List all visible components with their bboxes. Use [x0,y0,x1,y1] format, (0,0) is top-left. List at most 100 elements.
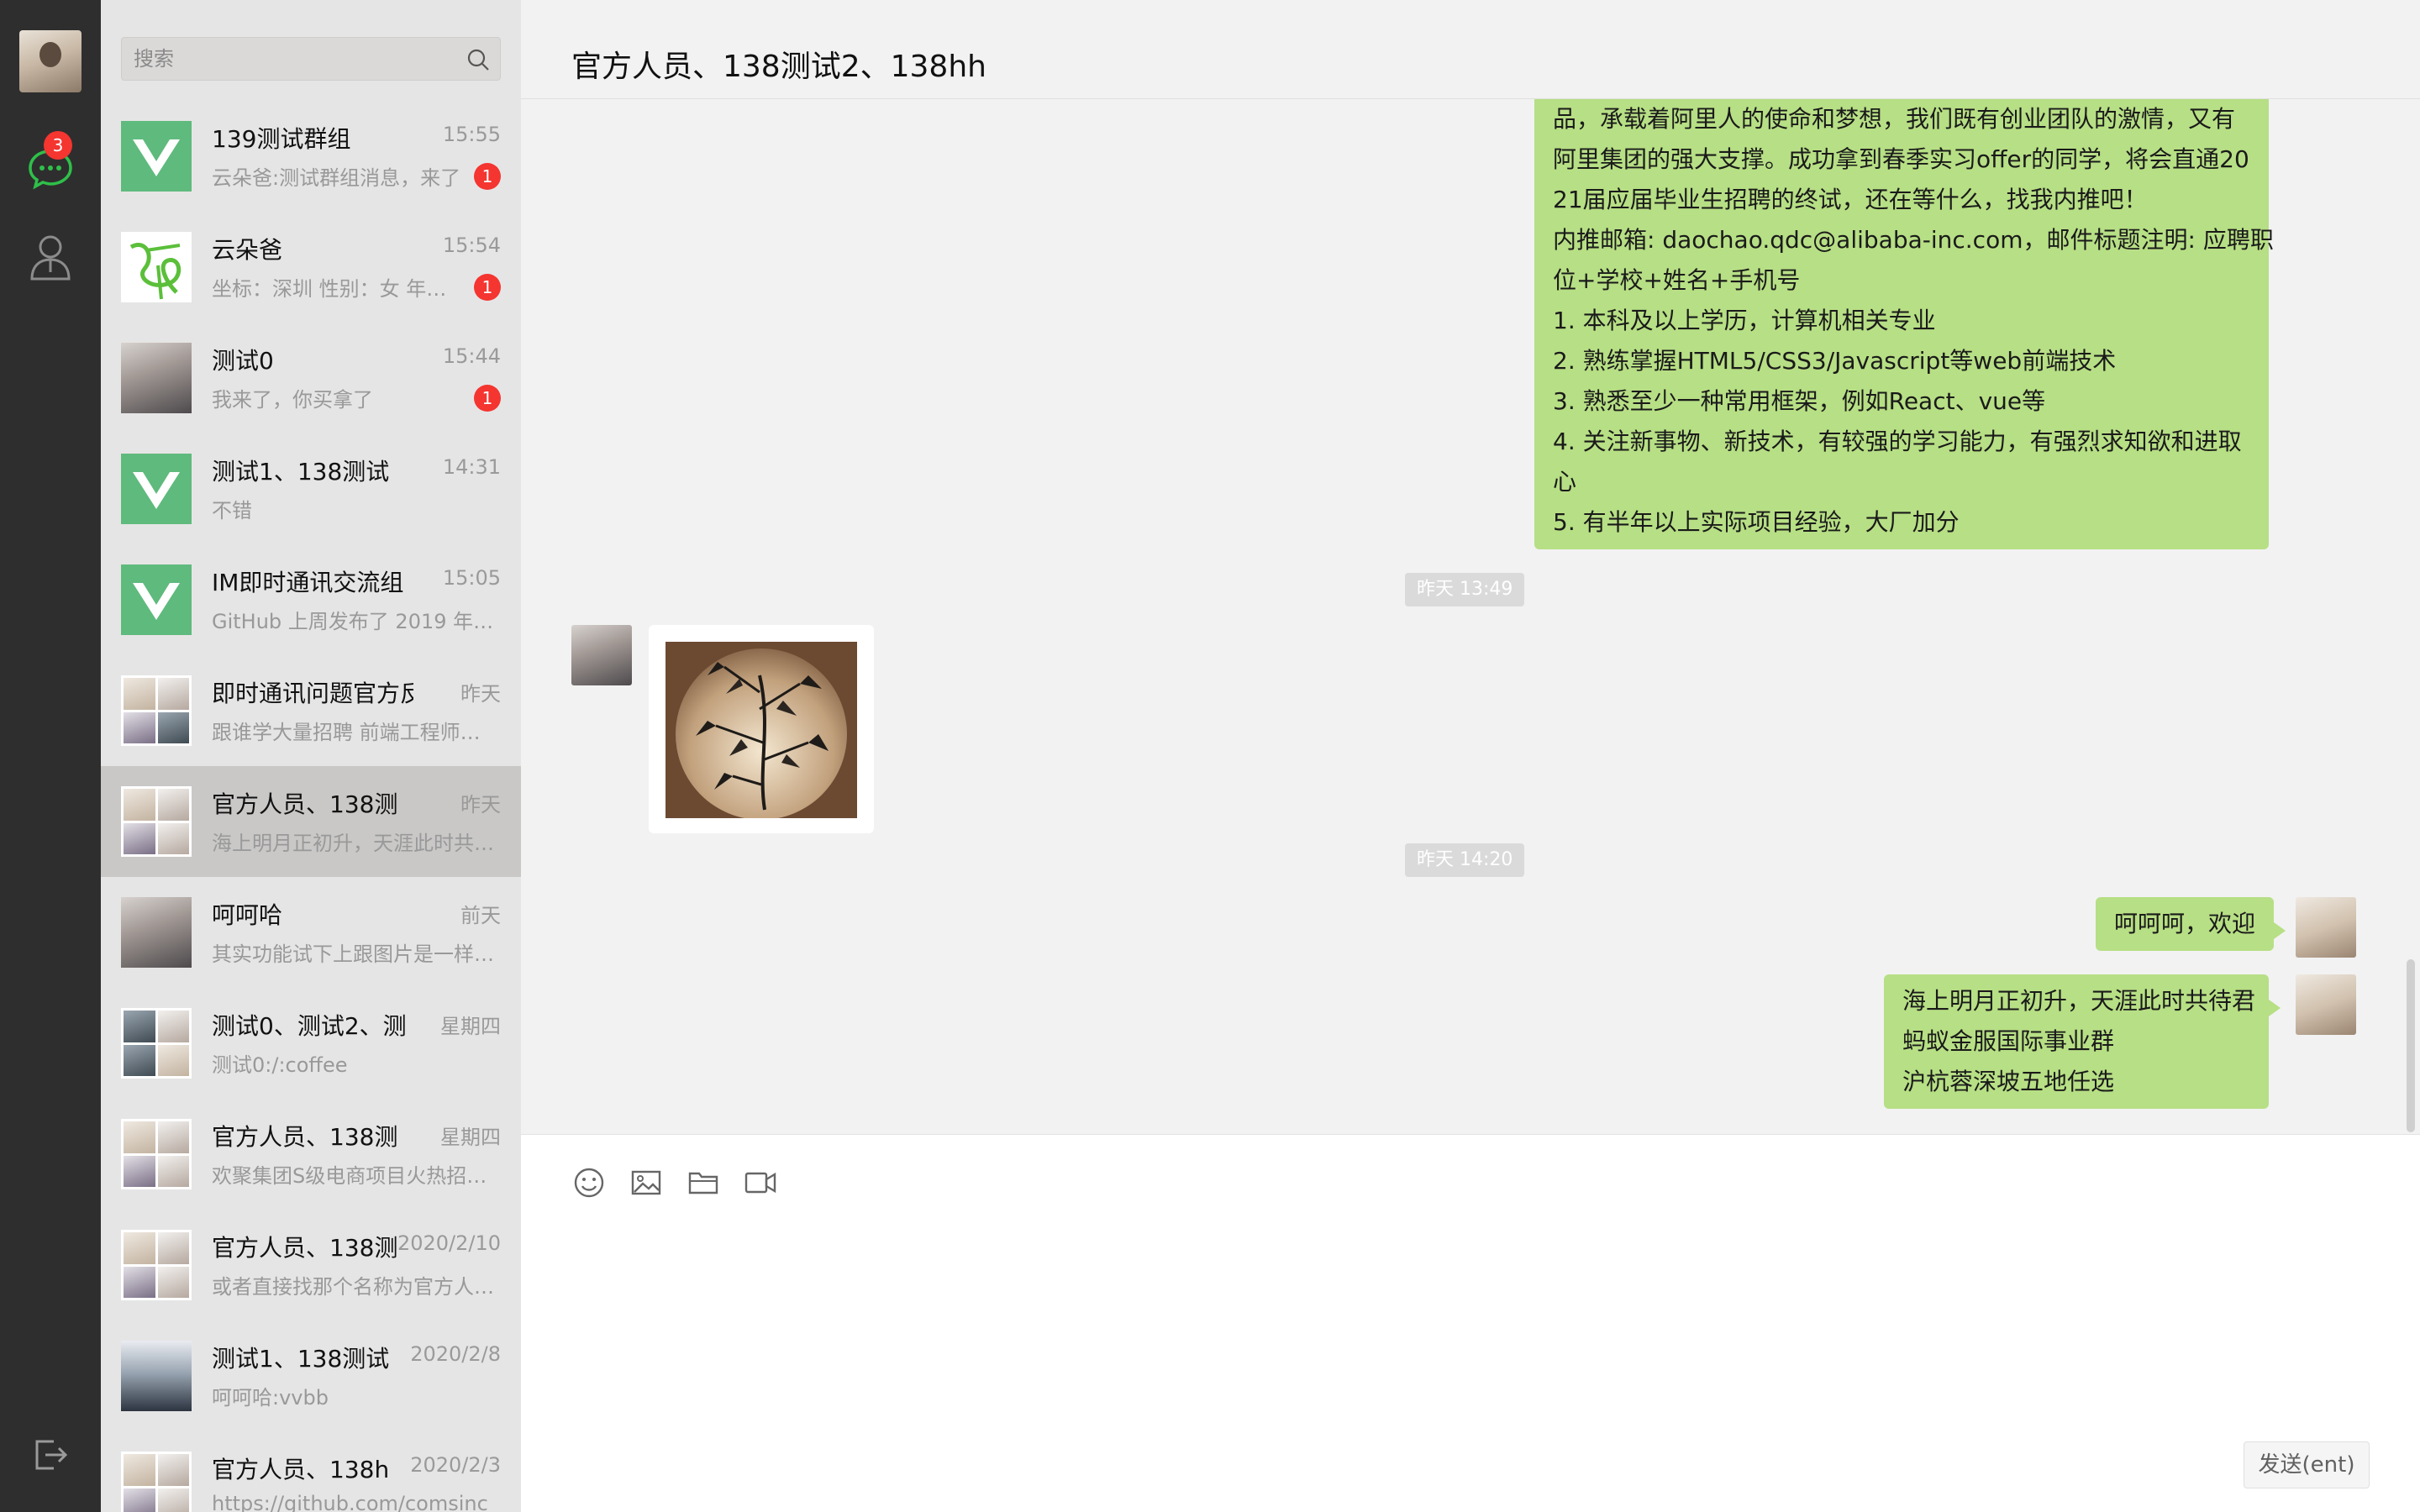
conversation-time: 星期四 [440,1126,501,1149]
conversation-name: 官方人员、138测 [212,1234,398,1262]
message-line: 位+学校+姓名+手机号 [1553,266,1801,294]
image-message[interactable] [649,625,874,833]
emoji-icon[interactable] [571,1165,607,1200]
my-message-avatar[interactable] [2296,897,2356,958]
vue-logo-icon [133,472,180,509]
vue-logo-icon [133,583,180,620]
chat-panel: 官方人员、138测试2、138hh 品，承载着阿里人的使命和梦想，我们既有创业团… [521,0,2420,1512]
message-line: 内推邮箱: daochao.qdc@alibaba-inc.com，邮件标题注明… [1553,226,2274,254]
vue-logo-icon [133,139,180,176]
conversation-item[interactable]: 官方人员、138测 星期四 欢聚集团S级电商项目火热招聘中 [101,1099,521,1210]
logout-icon[interactable] [32,1436,69,1473]
message-line: 海上明月正初升，天涯此时共待君 [1902,987,2256,1015]
conversation-preview: 其实功能试下上跟图片是一样的效果 [212,942,497,966]
message-timestamp: 昨天 13:49 [1405,573,1525,606]
conversation-time: 昨天 [460,682,501,706]
conversation-preview: 跟谁学大量招聘 前端工程师！有意者私聊 [212,721,497,744]
video-icon[interactable] [743,1165,778,1200]
group-avatar [121,121,192,192]
send-button[interactable]: 发送(ent) [2244,1441,2370,1488]
conversation-name: 测试1、138测试 [212,1345,390,1373]
conversation-preview: 我来了，你买拿了 [212,388,373,412]
conversation-name: 云朵爸 [212,236,283,264]
message-line: 21届应届毕业生招聘的终试，还在等什么，找我内推吧！ [1553,186,2148,213]
conversation-item[interactable]: 测试1、138测试 14:31 不错 [101,433,521,544]
unread-badge: 1 [474,385,501,412]
conversation-item[interactable]: 云朵爸 15:54 坐标：深圳 性别：女 年龄：18 1 [101,212,521,323]
nav-rail: 3 [0,0,101,1512]
conversation-time: 昨天 [460,793,501,816]
conversation-preview: 坐标：深圳 性别：女 年龄：18 [212,277,464,301]
conversation-item[interactable]: 139测试群组 15:55 云朵爸:测试群组消息，来了 1 [101,101,521,212]
conversation-item[interactable]: 官方人员、138测 2020/2/10 或者直接找那个名称为官方人员的 [101,1210,521,1320]
conversation-preview: 欢聚集团S级电商项目火热招聘中 [212,1164,497,1188]
conversation-name: 官方人员、138测 [212,1123,398,1151]
group-avatar [121,1008,192,1079]
message-line: 蚂蚁金服国际事业群 [1902,1027,2115,1055]
conversation-time: 前天 [460,904,501,927]
message-line: 2. 熟练掌握HTML5/CSS3/Javascript等web前端技术 [1553,347,2117,375]
message-list[interactable]: 品，承载着阿里人的使命和梦想，我们既有创业团队的激情，又有 阿里集团的强大支撑。… [521,99,2420,1134]
message-line: 3. 熟悉至少一种常用框架，例如React、vue等 [1553,387,2046,415]
message-timestamp: 昨天 14:20 [1405,843,1525,877]
conversation-item[interactable]: 即时通讯问题官方反 昨天 跟谁学大量招聘 前端工程师！有意者私聊 [101,655,521,766]
conversation-item[interactable]: 测试0、测试2、测 星期四 测试0:/:coffee [101,988,521,1099]
search-icon[interactable] [466,48,490,71]
conversation-item[interactable]: 测试1、138测试 2020/2/8 呵呵哈:vvbb [101,1320,521,1431]
my-message-avatar[interactable] [2296,974,2356,1035]
conversation-time: 15:55 [442,123,501,146]
conversation-item[interactable]: 官方人员、138h 2020/2/3 https://github.com/co… [101,1431,521,1512]
message-bubble-self: 呵呵呵，欢迎 [2096,897,2286,951]
group-avatar [121,1230,192,1300]
conversation-time: 15:05 [442,566,501,590]
message-bubble-self: 海上明月正初升，天涯此时共待君 蚂蚁金服国际事业群 沪杭蓉深坡五地任选 [1884,974,2281,1109]
message-text: 呵呵呵，欢迎 [2114,910,2256,937]
conversation-name: 测试0、测试2、测 [212,1012,407,1040]
conversation-item[interactable]: 呵呵哈 前天 其实功能试下上跟图片是一样的效果 [101,877,521,988]
conversation-item-active[interactable]: 官方人员、138测 昨天 海上明月正初升，天涯此时共待君 [101,766,521,877]
search-input[interactable] [134,38,461,80]
conversation-list: 139测试群组 15:55 云朵爸:测试群组消息，来了 1 云朵爸 15:54 … [101,0,521,1512]
message-line: 沪杭蓉深坡五地任选 [1902,1068,2115,1095]
unread-badge: 1 [474,163,501,190]
message-input[interactable] [571,1219,2370,1429]
conversation-preview: 呵呵哈:vvbb [212,1386,329,1410]
conversation-name: 官方人员、138测 [212,790,398,818]
message-line: 品，承载着阿里人的使命和梦想，我们既有创业团队的激情，又有 [1553,105,2236,133]
composer: 发送(ent) [521,1134,2420,1512]
conversation-time: 2020/2/3 [410,1453,501,1477]
chat-title: 官方人员、138测试2、138hh [571,50,986,84]
conversation-name: IM即时通讯交流组 [212,569,404,596]
message-bubble-self: 品，承载着阿里人的使命和梦想，我们既有创业团队的激情，又有 阿里集团的强大支撑。… [1534,99,2274,549]
contact-avatar [121,897,192,968]
group-avatar [121,675,192,746]
conversation-time: 2020/2/8 [410,1342,501,1366]
group-avatar [121,1341,192,1411]
unread-badge: 1 [474,274,501,301]
contacts-icon[interactable] [29,232,72,282]
bamboo-image [666,642,857,818]
message-line: 5. 有半年以上实际项目经验，大厂加分 [1553,508,1960,536]
conversation-item[interactable]: 测试0 15:44 我来了，你买拿了 1 [101,323,521,433]
conversation-time: 15:54 [442,234,501,257]
group-avatar [121,1452,192,1512]
my-avatar[interactable] [19,30,82,92]
conversation-item[interactable]: IM即时通讯交流组 15:05 GitHub 上周发布了 2019 年度报告 [101,544,521,655]
message-line: 1. 本科及以上学历，计算机相关专业 [1553,307,1936,334]
sender-avatar[interactable] [571,625,632,685]
conversation-preview: GitHub 上周发布了 2019 年度报告 [212,610,497,633]
message-line: 4. 关注新事物、新技术，有较强的学习能力，有强烈求知欲和进取 [1553,428,2242,455]
conversation-preview: 或者直接找那个名称为官方人员的 [212,1275,497,1299]
conversation-time: 星期四 [440,1015,501,1038]
image-icon[interactable] [629,1165,664,1200]
conversation-name: 测试1、138测试 [212,458,390,486]
conversation-time: 2020/2/10 [397,1231,501,1255]
conversation-preview: 云朵爸:测试群组消息，来了 [212,166,461,190]
message-line: 阿里集团的强大支撑。成功拿到春季实习offer的同学，将会直通20 [1553,145,2249,173]
message-scrollbar[interactable] [2407,959,2415,1132]
conversation-preview: https://github.com/comsinc [212,1492,488,1512]
contact-avatar [121,232,192,302]
conversation-name: 测试0 [212,347,274,375]
conversation-preview: 不错 [212,499,252,522]
folder-icon[interactable] [686,1165,721,1200]
